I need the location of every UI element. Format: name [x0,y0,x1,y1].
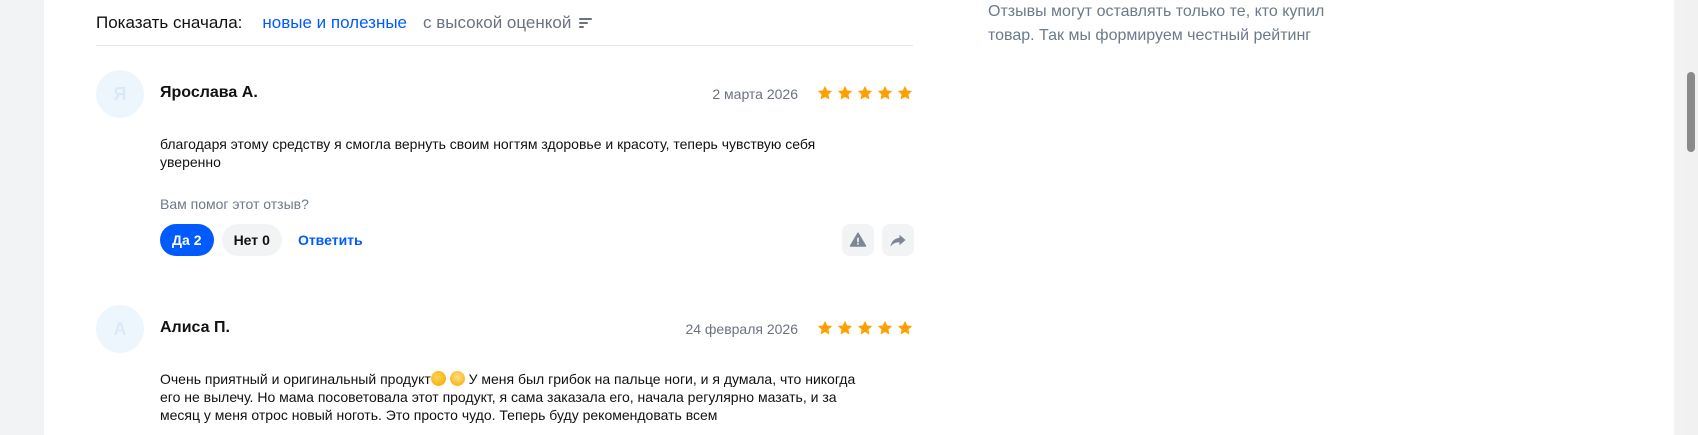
report-button[interactable] [842,224,874,256]
no-count: 0 [262,232,270,248]
sort-label: Показать сначала: [96,13,243,32]
helpful-no-button[interactable]: Нет 0 [221,224,282,256]
warning-icon [849,232,867,247]
star-icon [817,320,833,335]
share-arrow-icon [890,234,906,247]
star-icon [897,85,913,100]
review-text: Очень приятный и оригинальный продукт У … [160,370,860,424]
sort-icon [579,17,593,29]
review-author: Ярослава А. [160,84,258,101]
reply-link[interactable]: Ответить [298,232,363,248]
star-icon [837,85,853,100]
star-icon [857,320,873,335]
sort-option-high-rating[interactable]: с высокой оценкой [423,13,593,33]
sort-bar: Показать сначала: новые и полезные с выс… [96,12,593,34]
clapping-hands-emoji [430,371,446,386]
star-icon [817,85,833,100]
rating-stars [816,319,914,337]
divider [96,45,913,46]
avatar: Я [96,70,144,118]
smiling-face-emoji [449,371,465,386]
no-label: Нет [233,232,259,248]
share-button[interactable] [882,224,914,256]
review-text-part: Очень приятный и оригинальный продукт [160,371,431,387]
sort-option-label: с высокой оценкой [423,13,572,32]
helpful-question: Вам помог этот отзыв? [160,196,309,212]
reviews-policy-note: Отзывы могут оставлять только те, кто ку… [988,3,1325,44]
review-text: благодаря этому средству я смогла вернут… [160,136,816,170]
helpful-yes-button[interactable]: Да 2 [160,224,214,256]
star-icon [877,85,893,100]
star-icon [897,320,913,335]
review-date: 2 марта 2026 [712,86,798,102]
review-date: 24 февраля 2026 [685,321,798,337]
avatar: А [96,305,144,353]
rating-stars [816,84,914,102]
star-icon [837,320,853,335]
yes-label: Да [172,232,190,248]
sort-option-new-useful[interactable]: новые и полезные [262,13,407,33]
scrollbar-thumb[interactable] [1687,72,1695,152]
yes-count: 2 [193,232,202,248]
review-actions: Да 2 Нет 0 Ответить [160,224,363,256]
review-card: Я Ярослава А. 2 марта 2026 благодаря это… [96,70,914,260]
star-icon [857,85,873,100]
review-card: А Алиса П. 24 февраля 2026 Очень приятны… [96,305,914,435]
star-icon [877,320,893,335]
page-scrollbar[interactable] [1684,0,1698,435]
review-author: Алиса П. [160,319,230,336]
